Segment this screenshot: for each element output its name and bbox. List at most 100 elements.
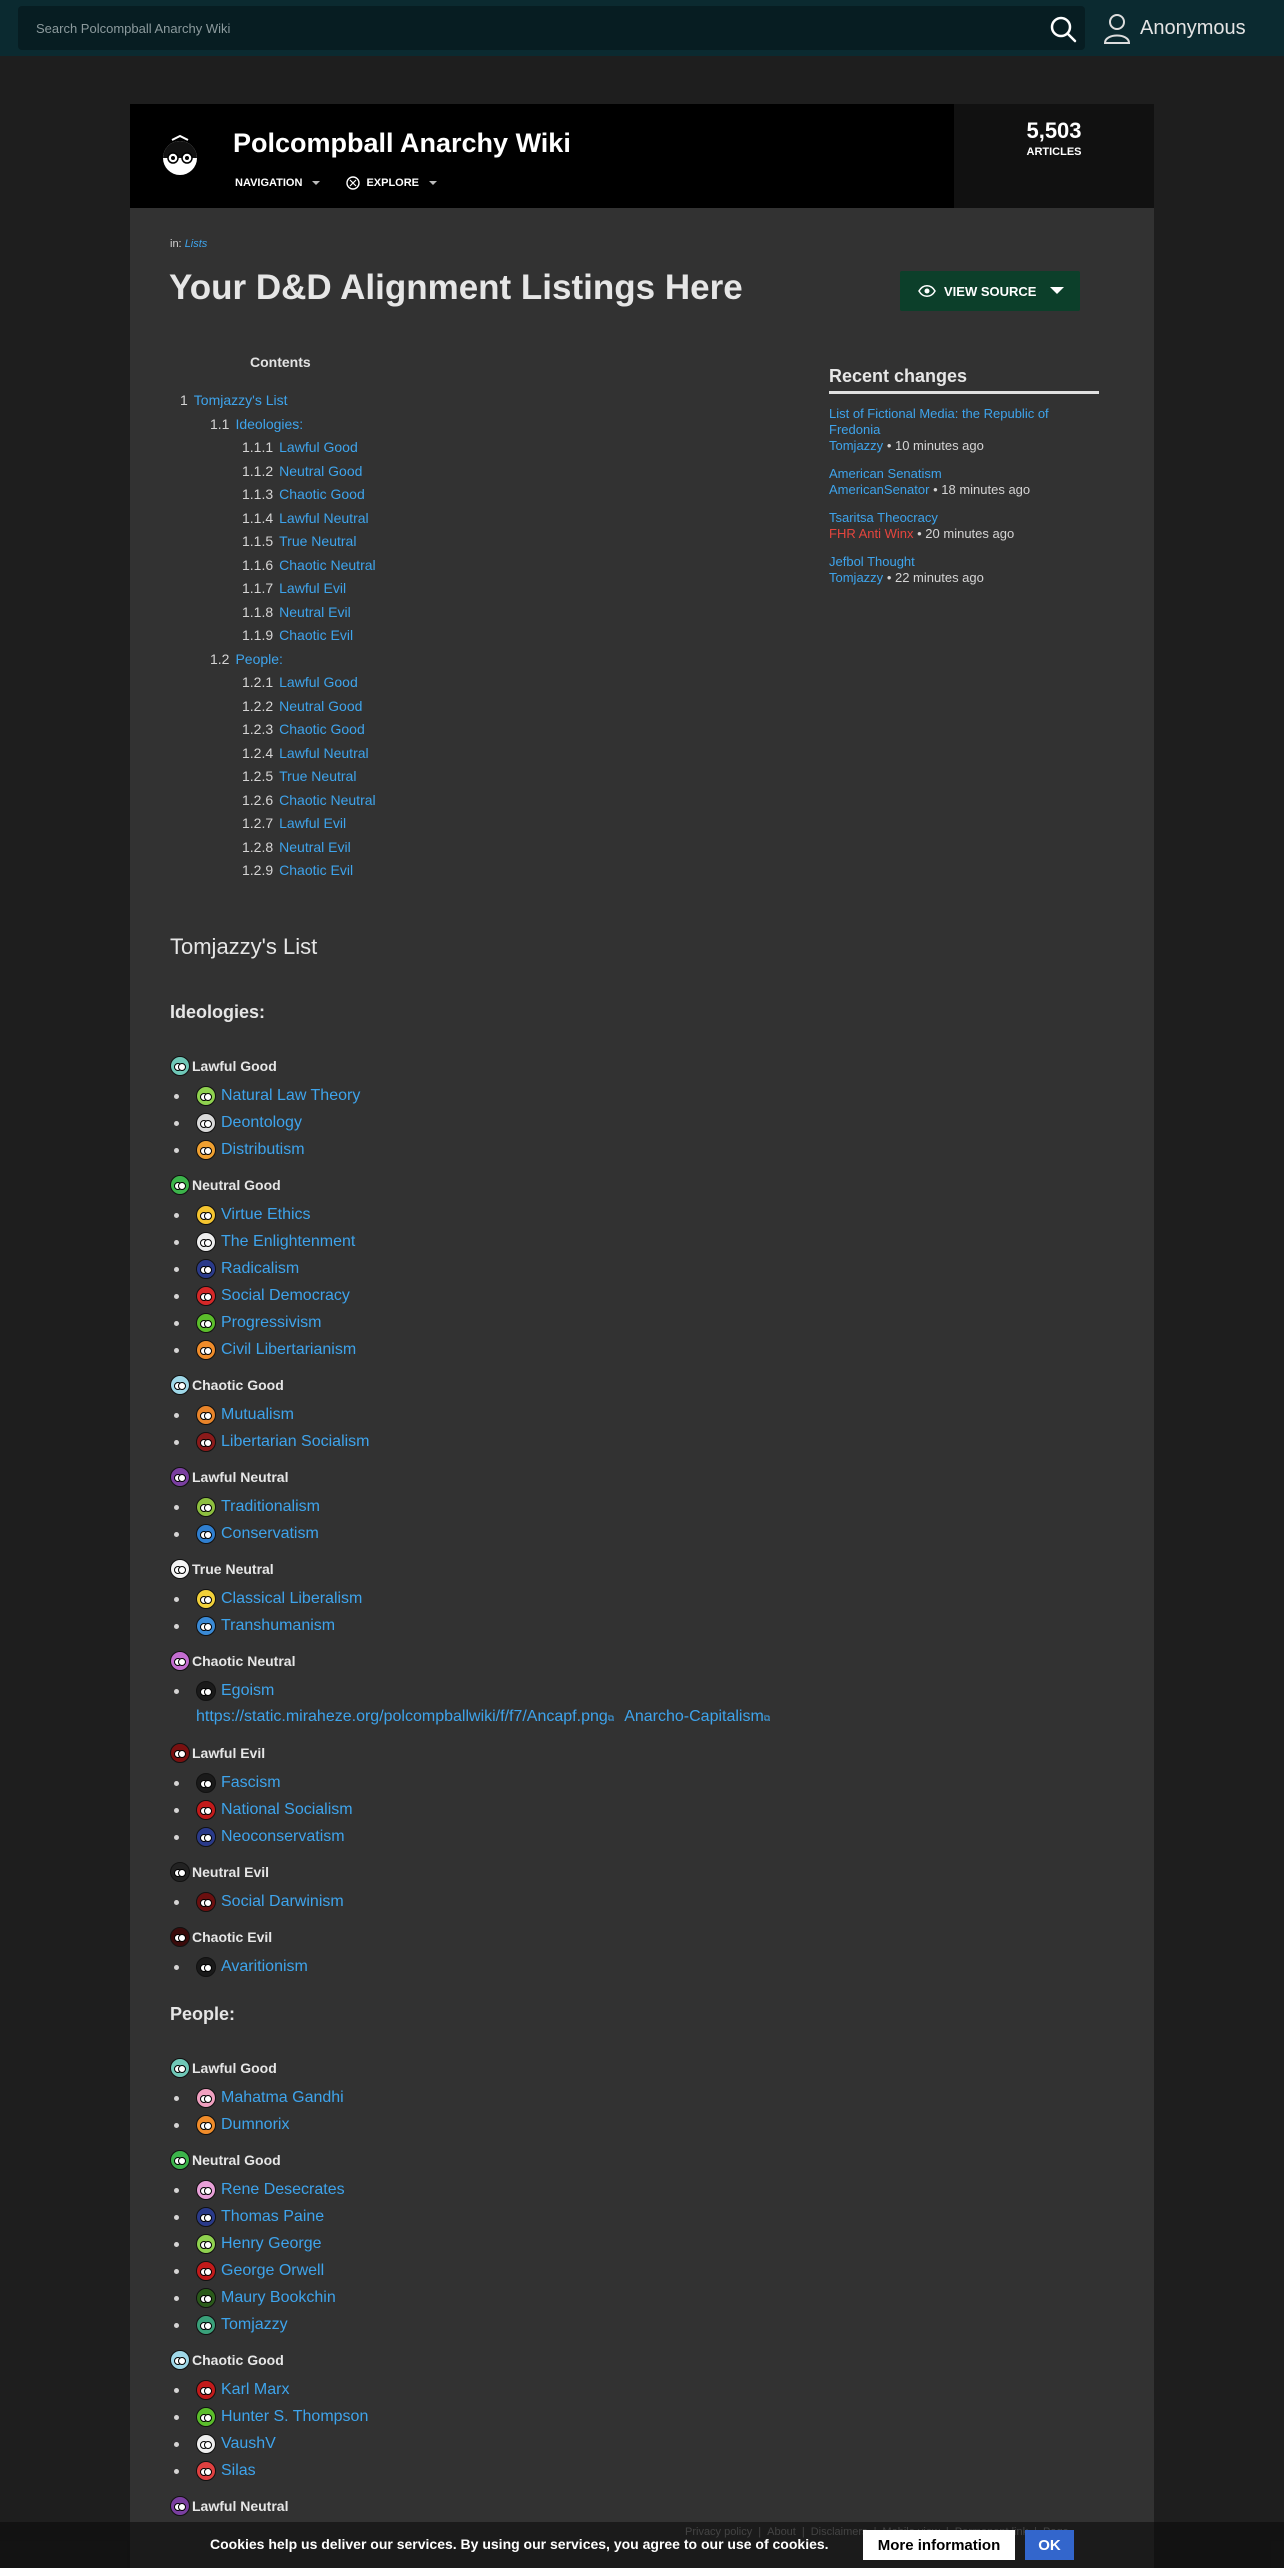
external-label-link[interactable]: Anarcho-Capitalism⧉	[624, 1708, 770, 1726]
external-url-link[interactable]: https://static.miraheze.org/polcompballw…	[196, 1708, 614, 1726]
toc-item[interactable]: 1.1.9 Chaotic Evil	[242, 627, 353, 643]
toc-item[interactable]: 1.1.7 Lawful Evil	[242, 580, 346, 596]
list-item-link[interactable]: Karl Marx	[221, 2381, 289, 2399]
wiki-logo[interactable]	[158, 134, 202, 178]
list-item-link[interactable]: Natural Law Theory	[221, 1087, 360, 1105]
list-item-link[interactable]: Tomjazzy	[221, 2316, 288, 2334]
wiki-title[interactable]: Polcompball Anarchy Wiki	[233, 128, 571, 159]
polandball-icon	[196, 2315, 216, 2335]
list-item-link[interactable]: Transhumanism	[221, 1617, 335, 1635]
recent-change-user-link[interactable]: AmericanSenator	[829, 482, 929, 497]
toc-link[interactable]: Lawful Good	[279, 674, 358, 690]
list-item-link[interactable]: Civil Libertarianism	[221, 1341, 356, 1359]
list-item-link[interactable]: Deontology	[221, 1114, 302, 1132]
toc-link[interactable]: Ideologies:	[235, 416, 303, 432]
list-item-link[interactable]: Libertarian Socialism	[221, 1433, 370, 1451]
toc-link[interactable]: True Neutral	[279, 768, 356, 784]
polandball-icon	[196, 1205, 216, 1225]
toc-item[interactable]: 1.1.8 Neutral Evil	[242, 604, 351, 620]
recent-change-user-link[interactable]: Tomjazzy	[829, 438, 883, 453]
list-item-link[interactable]: Social Darwinism	[221, 1893, 344, 1911]
ok-button[interactable]: OK	[1025, 2530, 1074, 2560]
toc-item[interactable]: 1.2.2 Neutral Good	[242, 698, 362, 714]
toc-link[interactable]: Neutral Good	[279, 463, 362, 479]
toc-item[interactable]: 1.2.8 Neutral Evil	[242, 839, 351, 855]
list-item-link[interactable]: Mahatma Gandhi	[221, 2089, 344, 2107]
list-item-link[interactable]: National Socialism	[221, 1801, 353, 1819]
list-item-link[interactable]: Egoism	[221, 1682, 274, 1700]
list-item-link[interactable]: Maury Bookchin	[221, 2289, 336, 2307]
list-item-link[interactable]: Thomas Paine	[221, 2208, 324, 2226]
list-item-link[interactable]: Silas	[221, 2462, 256, 2480]
toc-link[interactable]: Neutral Evil	[279, 839, 351, 855]
toc-link[interactable]: True Neutral	[279, 533, 356, 549]
toc-link[interactable]: Chaotic Evil	[279, 627, 353, 643]
toc-item[interactable]: 1.2.5 True Neutral	[242, 768, 356, 784]
toc-link[interactable]: Chaotic Neutral	[279, 792, 376, 808]
list-item-link[interactable]: Dumnorix	[221, 2116, 289, 2134]
list-item-link[interactable]: Rene Desecrates	[221, 2181, 345, 2199]
search-icon[interactable]	[1048, 14, 1078, 44]
toc-link[interactable]: Lawful Good	[279, 439, 358, 455]
toc-item[interactable]: 1.1.5 True Neutral	[242, 533, 356, 549]
chevron-down-icon[interactable]	[1050, 287, 1064, 294]
recent-change-page-link[interactable]: American Senatism	[829, 466, 1099, 482]
list-item-link[interactable]: Neoconservatism	[221, 1828, 345, 1846]
toc-item[interactable]: 1.2.1 Lawful Good	[242, 674, 358, 690]
recent-change-user-link[interactable]: Tomjazzy	[829, 570, 883, 585]
list-item-link[interactable]: Radicalism	[221, 1260, 299, 1278]
toc-link[interactable]: People:	[235, 651, 282, 667]
toc-link[interactable]: Lawful Evil	[279, 815, 346, 831]
recent-change-page-link[interactable]: Tsaritsa Theocracy	[829, 510, 1099, 526]
navigation-menu[interactable]: NAVIGATION	[235, 177, 321, 189]
more-information-button[interactable]: More information	[863, 2530, 1015, 2560]
list-item-link[interactable]: Virtue Ethics	[221, 1206, 311, 1224]
recent-change-page-link[interactable]: Jefbol Thought	[829, 554, 1099, 570]
view-source-main[interactable]: VIEW SOURCE	[900, 271, 1040, 311]
list-item-link[interactable]: Fascism	[221, 1774, 281, 1792]
list-item-link[interactable]: Distributism	[221, 1141, 305, 1159]
list-item-link[interactable]: George Orwell	[221, 2262, 324, 2280]
list-item-link[interactable]: Avaritionism	[221, 1958, 308, 1976]
toc-link[interactable]: Lawful Neutral	[279, 745, 369, 761]
toc-link[interactable]: Tomjazzy's List	[194, 392, 288, 408]
toc-link[interactable]: Neutral Evil	[279, 604, 351, 620]
list-item-link[interactable]: Social Democracy	[221, 1287, 350, 1305]
toc-item[interactable]: 1.1.3 Chaotic Good	[242, 486, 365, 502]
view-source-button[interactable]: VIEW SOURCE	[900, 271, 1080, 311]
toc-item[interactable]: 1.2 People:	[210, 651, 283, 667]
toc-item[interactable]: 1.2.4 Lawful Neutral	[242, 745, 369, 761]
list-item-link[interactable]: Henry George	[221, 2235, 322, 2253]
user-menu[interactable]: Anonymous	[1102, 10, 1246, 46]
toc-link[interactable]: Lawful Neutral	[279, 510, 369, 526]
toc-link[interactable]: Lawful Evil	[279, 580, 346, 596]
toc-item[interactable]: 1.1 Ideologies:	[210, 416, 303, 432]
list-item-link[interactable]: VaushV	[221, 2435, 276, 2453]
toc-item[interactable]: 1.1.1 Lawful Good	[242, 439, 358, 455]
toc-link[interactable]: Neutral Good	[279, 698, 362, 714]
toc-link[interactable]: Chaotic Evil	[279, 862, 353, 878]
toc-link[interactable]: Chaotic Good	[279, 721, 365, 737]
list-item-link[interactable]: Classical Liberalism	[221, 1590, 362, 1608]
toc-item[interactable]: 1.2.9 Chaotic Evil	[242, 862, 353, 878]
toc-item[interactable]: 1.1.6 Chaotic Neutral	[242, 557, 376, 573]
list-item-link[interactable]: The Enlightenment	[221, 1233, 355, 1251]
recent-change-user-link[interactable]: FHR Anti Winx	[829, 526, 914, 541]
search-input[interactable]	[18, 6, 1018, 50]
list-item-link[interactable]: Mutualism	[221, 1406, 294, 1424]
toc-item[interactable]: 1 Tomjazzy's List	[180, 392, 288, 408]
toc-item[interactable]: 1.1.2 Neutral Good	[242, 463, 362, 479]
toc-item[interactable]: 1.1.4 Lawful Neutral	[242, 510, 369, 526]
toc-item[interactable]: 1.2.7 Lawful Evil	[242, 815, 346, 831]
toc-item[interactable]: 1.2.6 Chaotic Neutral	[242, 792, 376, 808]
list-item-link[interactable]: Traditionalism	[221, 1498, 320, 1516]
toc-link[interactable]: Chaotic Neutral	[279, 557, 376, 573]
breadcrumb-link[interactable]: Lists	[185, 238, 208, 250]
recent-change-page-link[interactable]: List of Fictional Media: the Republic of…	[829, 406, 1099, 438]
list-item-link[interactable]: Hunter S. Thompson	[221, 2408, 368, 2426]
list-item-link[interactable]: Conservatism	[221, 1525, 319, 1543]
toc-item[interactable]: 1.2.3 Chaotic Good	[242, 721, 365, 737]
list-item-link[interactable]: Progressivism	[221, 1314, 321, 1332]
explore-menu[interactable]: EXPLORE	[346, 176, 438, 190]
toc-link[interactable]: Chaotic Good	[279, 486, 365, 502]
